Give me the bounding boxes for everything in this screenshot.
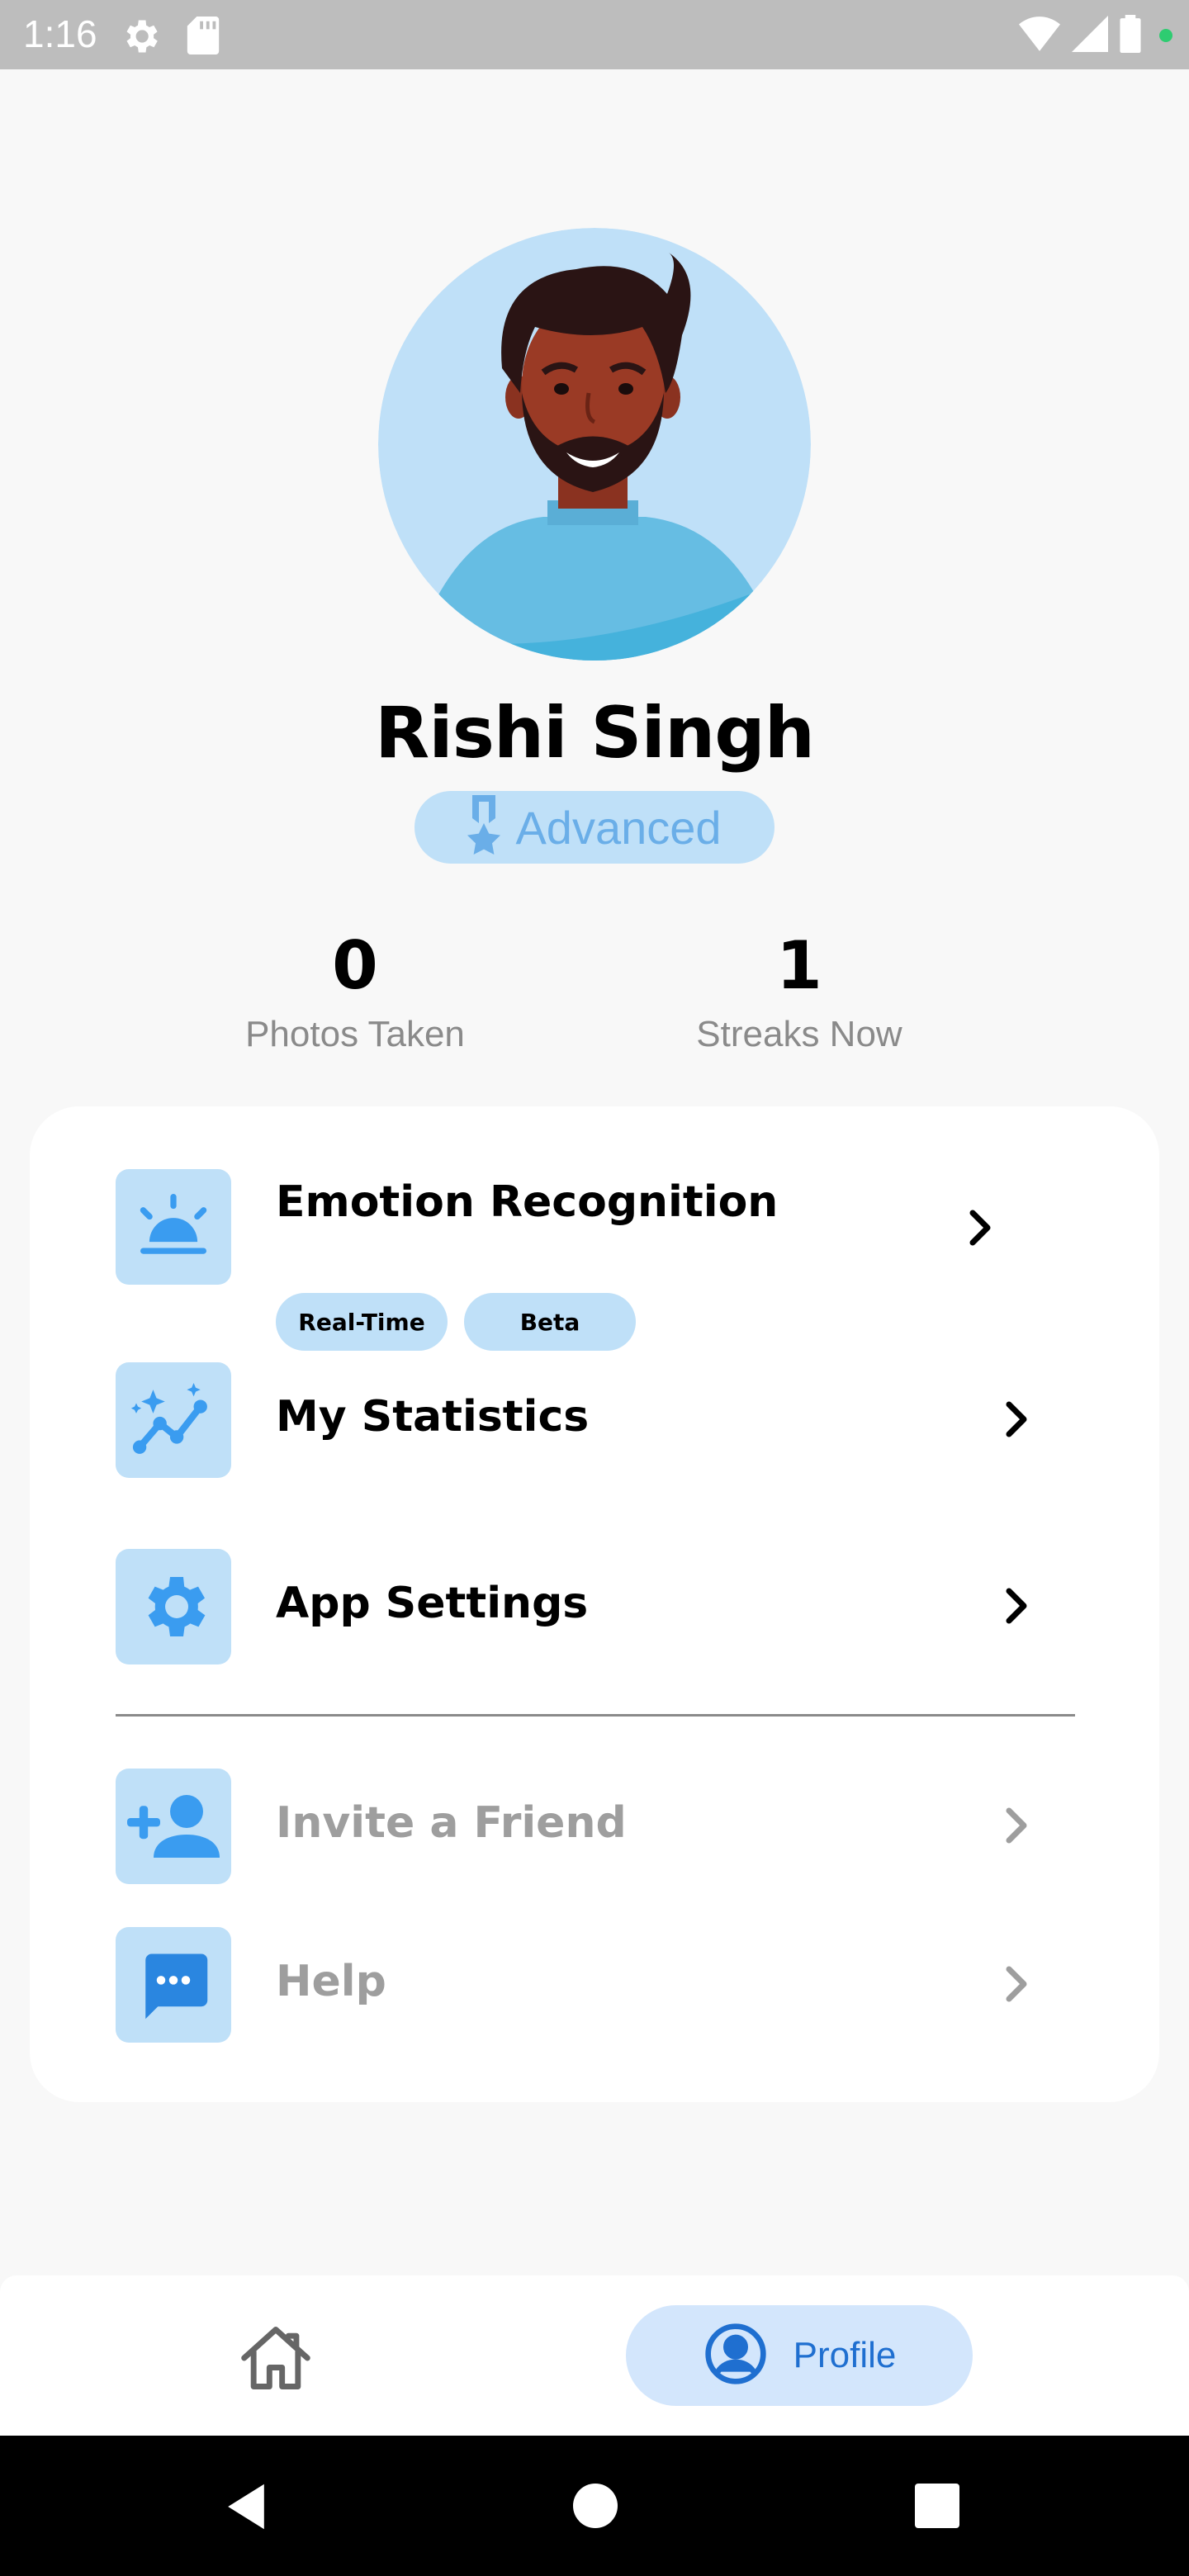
status-time: 1:16 bbox=[23, 12, 97, 55]
system-navigation-bar bbox=[0, 2436, 1189, 2576]
stat-label: Photos Taken bbox=[245, 1014, 465, 1054]
level-badge: Advanced bbox=[414, 791, 775, 864]
level-label: Advanced bbox=[515, 801, 722, 854]
profile-icon bbox=[703, 2321, 769, 2390]
chat-bubble-icon bbox=[116, 1927, 231, 2043]
chevron-right-icon bbox=[1001, 1963, 1034, 2005]
menu-item-label: Invite a Friend bbox=[276, 1798, 627, 1848]
menu-item-label: Help bbox=[276, 1957, 386, 2006]
home-icon bbox=[238, 2323, 314, 2397]
nav-profile-label: Profile bbox=[793, 2335, 897, 2375]
battery-icon bbox=[1120, 15, 1141, 56]
chevron-right-icon bbox=[1001, 1585, 1034, 1627]
bottom-navigation: Profile bbox=[0, 2275, 1189, 2436]
add-person-icon bbox=[116, 1769, 231, 1884]
stat-photos-taken: 0 Photos Taken bbox=[190, 925, 520, 1055]
nav-profile-button[interactable]: Profile bbox=[626, 2305, 973, 2406]
sunrise-alarm-icon bbox=[116, 1169, 231, 1285]
settings-status-icon bbox=[119, 15, 162, 61]
tag-beta: Beta bbox=[464, 1293, 636, 1351]
nav-home-button[interactable] bbox=[234, 2318, 317, 2401]
gear-icon bbox=[116, 1549, 231, 1664]
menu-item-label: Emotion Recognition bbox=[276, 1177, 779, 1227]
privacy-indicator-dot bbox=[1159, 29, 1172, 42]
menu-item-my-statistics[interactable]: My Statistics bbox=[30, 1362, 1159, 1478]
chevron-right-icon bbox=[1001, 1399, 1034, 1440]
menu-item-app-settings[interactable]: App Settings bbox=[30, 1549, 1159, 1664]
sd-card-icon bbox=[187, 17, 220, 58]
back-icon[interactable] bbox=[223, 2482, 269, 2535]
avatar bbox=[378, 228, 811, 661]
chevron-right-icon bbox=[964, 1207, 997, 1248]
menu-item-emotion-recognition[interactable]: Emotion Recognition Real-Time Beta bbox=[30, 1169, 1159, 1351]
menu-divider bbox=[116, 1714, 1075, 1717]
stat-value: 1 bbox=[776, 927, 822, 1004]
status-bar: 1:16 bbox=[0, 0, 1189, 69]
stat-streaks-now: 1 Streaks Now bbox=[634, 925, 964, 1055]
menu-item-label: App Settings bbox=[276, 1579, 589, 1628]
home-circle-icon[interactable] bbox=[573, 2484, 618, 2528]
menu-item-invite-friend[interactable]: Invite a Friend bbox=[30, 1769, 1159, 1884]
wifi-icon bbox=[1019, 16, 1060, 55]
menu-item-help[interactable]: Help bbox=[30, 1927, 1159, 2043]
chevron-right-icon bbox=[1001, 1805, 1034, 1846]
signal-icon bbox=[1072, 16, 1108, 55]
recent-apps-icon[interactable] bbox=[915, 2484, 959, 2528]
stat-value: 0 bbox=[332, 927, 378, 1004]
tag-real-time: Real-Time bbox=[276, 1293, 448, 1351]
profile-name: Rishi Singh bbox=[375, 692, 815, 774]
chart-sparkle-icon bbox=[116, 1362, 231, 1478]
medal-icon bbox=[467, 795, 501, 859]
stat-label: Streaks Now bbox=[696, 1014, 902, 1054]
menu-card: Emotion Recognition Real-Time Beta My St… bbox=[30, 1106, 1159, 2102]
menu-item-label: My Statistics bbox=[276, 1392, 590, 1442]
